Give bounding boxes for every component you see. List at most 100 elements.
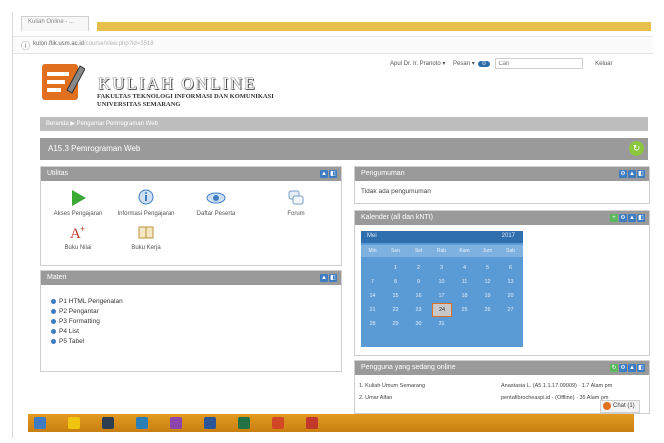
calendar-day[interactable]: 4	[453, 261, 476, 275]
url-path: /course/view.php?id=3518	[84, 41, 154, 47]
site-logo-icon[interactable]	[40, 60, 85, 104]
calendar-day[interactable]: 16	[407, 289, 430, 303]
dock-icon[interactable]: ◧	[637, 170, 645, 178]
calendar-day[interactable]: 12	[476, 275, 499, 289]
edit-toggle-icon[interactable]: ↻	[629, 141, 644, 156]
calendar-day[interactable]: 18	[453, 289, 476, 303]
url-host: kulon.ftik.usm.ac.id	[33, 41, 85, 47]
page-info-icon[interactable]: ⓘ	[21, 39, 30, 52]
calendar-year: 2017	[501, 233, 515, 239]
calendar-day[interactable]: 9	[407, 275, 430, 289]
calendar-day[interactable]: 10	[430, 275, 453, 289]
chat-label: Chat (1)	[613, 403, 635, 409]
calendar-day[interactable]: 21	[361, 303, 384, 317]
calendar-day[interactable]: 6	[499, 261, 522, 275]
calendar-day[interactable]: 11	[453, 275, 476, 289]
announcements-block: Pengumuman ⚙ ▲ ◧ Tidak ada pengumuman	[354, 166, 650, 204]
calendar-day[interactable]: 2	[407, 261, 430, 275]
list-item[interactable]: P1 HTML Pengenalan	[51, 297, 123, 307]
messages-menu[interactable]: Pesan ▾	[453, 60, 475, 67]
chat-button[interactable]: Chat (1)	[600, 400, 640, 413]
calendar-month[interactable]: Mei	[367, 233, 377, 239]
explorer-icon[interactable]	[68, 417, 80, 429]
calendar-header: Mei 2017	[361, 231, 523, 243]
bullet-icon	[51, 318, 56, 324]
eye-icon	[206, 192, 226, 204]
collapse-icon[interactable]: ▲	[320, 170, 328, 178]
excel-icon[interactable]	[238, 417, 250, 429]
block-controls: ⚙ ▲ ◧	[618, 170, 645, 178]
settings-icon[interactable]: ⚙	[619, 214, 627, 222]
powerpoint-icon[interactable]	[272, 417, 284, 429]
dock-icon[interactable]: ◧	[637, 364, 645, 372]
browser-icon[interactable]	[102, 417, 114, 429]
nav-tile-label: Buku Kerja	[131, 245, 161, 251]
collapse-icon[interactable]: ▲	[320, 274, 328, 282]
word-icon[interactable]	[204, 417, 216, 429]
calendar-day[interactable]: 25	[453, 303, 476, 317]
list-item-label: P1 HTML Pengenalan	[59, 298, 123, 305]
calendar-day[interactable]: 28	[361, 317, 384, 331]
dock-icon[interactable]: ◧	[637, 214, 645, 222]
search-input[interactable]	[495, 58, 584, 69]
settings-icon[interactable]: ⚙	[619, 364, 627, 372]
list-item[interactable]: P5 Tabel	[51, 337, 123, 347]
nav-tile-forum[interactable]: Forum	[267, 189, 325, 217]
online-user-name[interactable]: 2. Umar Alfan	[359, 395, 392, 401]
calendar-day[interactable]: 31	[430, 317, 453, 331]
calendar-day[interactable]: 14	[361, 289, 384, 303]
list-item[interactable]: P2 Pengantar	[51, 307, 123, 317]
list-item[interactable]: P4 List	[51, 327, 123, 337]
list-item-label: P4 List	[59, 328, 79, 335]
calendar-day[interactable]: 1	[384, 261, 407, 275]
os-taskbar	[28, 414, 634, 432]
address-bar[interactable]: ⓘ kulon.ftik.usm.ac.id/course/view.php?i…	[13, 36, 653, 54]
media-icon[interactable]	[136, 417, 148, 429]
bullet-icon	[51, 328, 56, 334]
settings-icon[interactable]: ⚙	[619, 170, 627, 178]
collapse-icon[interactable]: ▲	[628, 170, 636, 178]
course-title-bar: A15.3 Pemrograman Web ↻	[40, 138, 648, 160]
calendar-day[interactable]: 7	[361, 275, 384, 289]
calendar-day[interactable]: 23	[407, 303, 430, 317]
play-icon	[72, 190, 86, 206]
nav-tile-grades[interactable]: A + Buku Nilai	[49, 223, 107, 251]
refresh-icon[interactable]: ↻	[610, 364, 618, 372]
calendar-day[interactable]: 17	[430, 289, 453, 303]
calendar-day[interactable]: 30	[407, 317, 430, 331]
calendar-today[interactable]: 24	[432, 303, 452, 317]
calendar-day[interactable]: 8	[384, 275, 407, 289]
nav-tile-info[interactable]: Informasi Pengajaran	[117, 189, 175, 217]
calendar-day[interactable]: 26	[476, 303, 499, 317]
dock-icon[interactable]: ◧	[329, 274, 337, 282]
calendar-day[interactable]: 5	[476, 261, 499, 275]
calendar-day[interactable]: 19	[476, 289, 499, 303]
online-user-detail: Anastasia L. (A5.1.1.17.09009) · 1.7 Ala…	[501, 383, 613, 389]
browser-tab[interactable]: Kuliah Online - ...	[21, 16, 89, 31]
breadcrumb[interactable]: Beranda ▶ Pengantar Pemrograman Web	[46, 120, 158, 127]
url-text[interactable]: kulon.ftik.usm.ac.id/course/view.php?id=…	[33, 41, 154, 47]
calendar-day[interactable]: 3	[430, 261, 453, 275]
calendar-day[interactable]: 20	[499, 289, 522, 303]
calendar-day[interactable]: 15	[384, 289, 407, 303]
calendar-day[interactable]: 13	[499, 275, 522, 289]
store-icon[interactable]	[170, 417, 182, 429]
collapse-icon[interactable]: ▲	[628, 364, 636, 372]
list-item[interactable]: P3 Formatting	[51, 317, 123, 327]
user-menu[interactable]: Apul Dr. Ir. Pranoto ▾	[390, 60, 445, 67]
calendar-day[interactable]: 29	[384, 317, 407, 331]
dock-icon[interactable]: ◧	[329, 170, 337, 178]
collapse-icon[interactable]: ▲	[628, 214, 636, 222]
app-icon[interactable]	[306, 417, 318, 429]
block-controls: ↻ ⚙ ▲ ◧	[609, 364, 645, 372]
add-event-icon[interactable]: +	[610, 214, 618, 222]
start-icon[interactable]	[34, 417, 46, 429]
messages-count-badge[interactable]: 0	[478, 60, 490, 67]
logout-link[interactable]: Keluar	[595, 61, 612, 67]
nav-tile-participants[interactable]: Daftar Peserta	[187, 189, 245, 217]
nav-tile-access[interactable]: Akses Pengajaran	[49, 189, 107, 217]
calendar-day[interactable]: 27	[499, 303, 522, 317]
nav-tile-book[interactable]: Buku Kerja	[117, 223, 175, 251]
calendar-day[interactable]: 22	[384, 303, 407, 317]
online-user-name[interactable]: 1. Kuliah Umum Semarang	[359, 383, 425, 389]
